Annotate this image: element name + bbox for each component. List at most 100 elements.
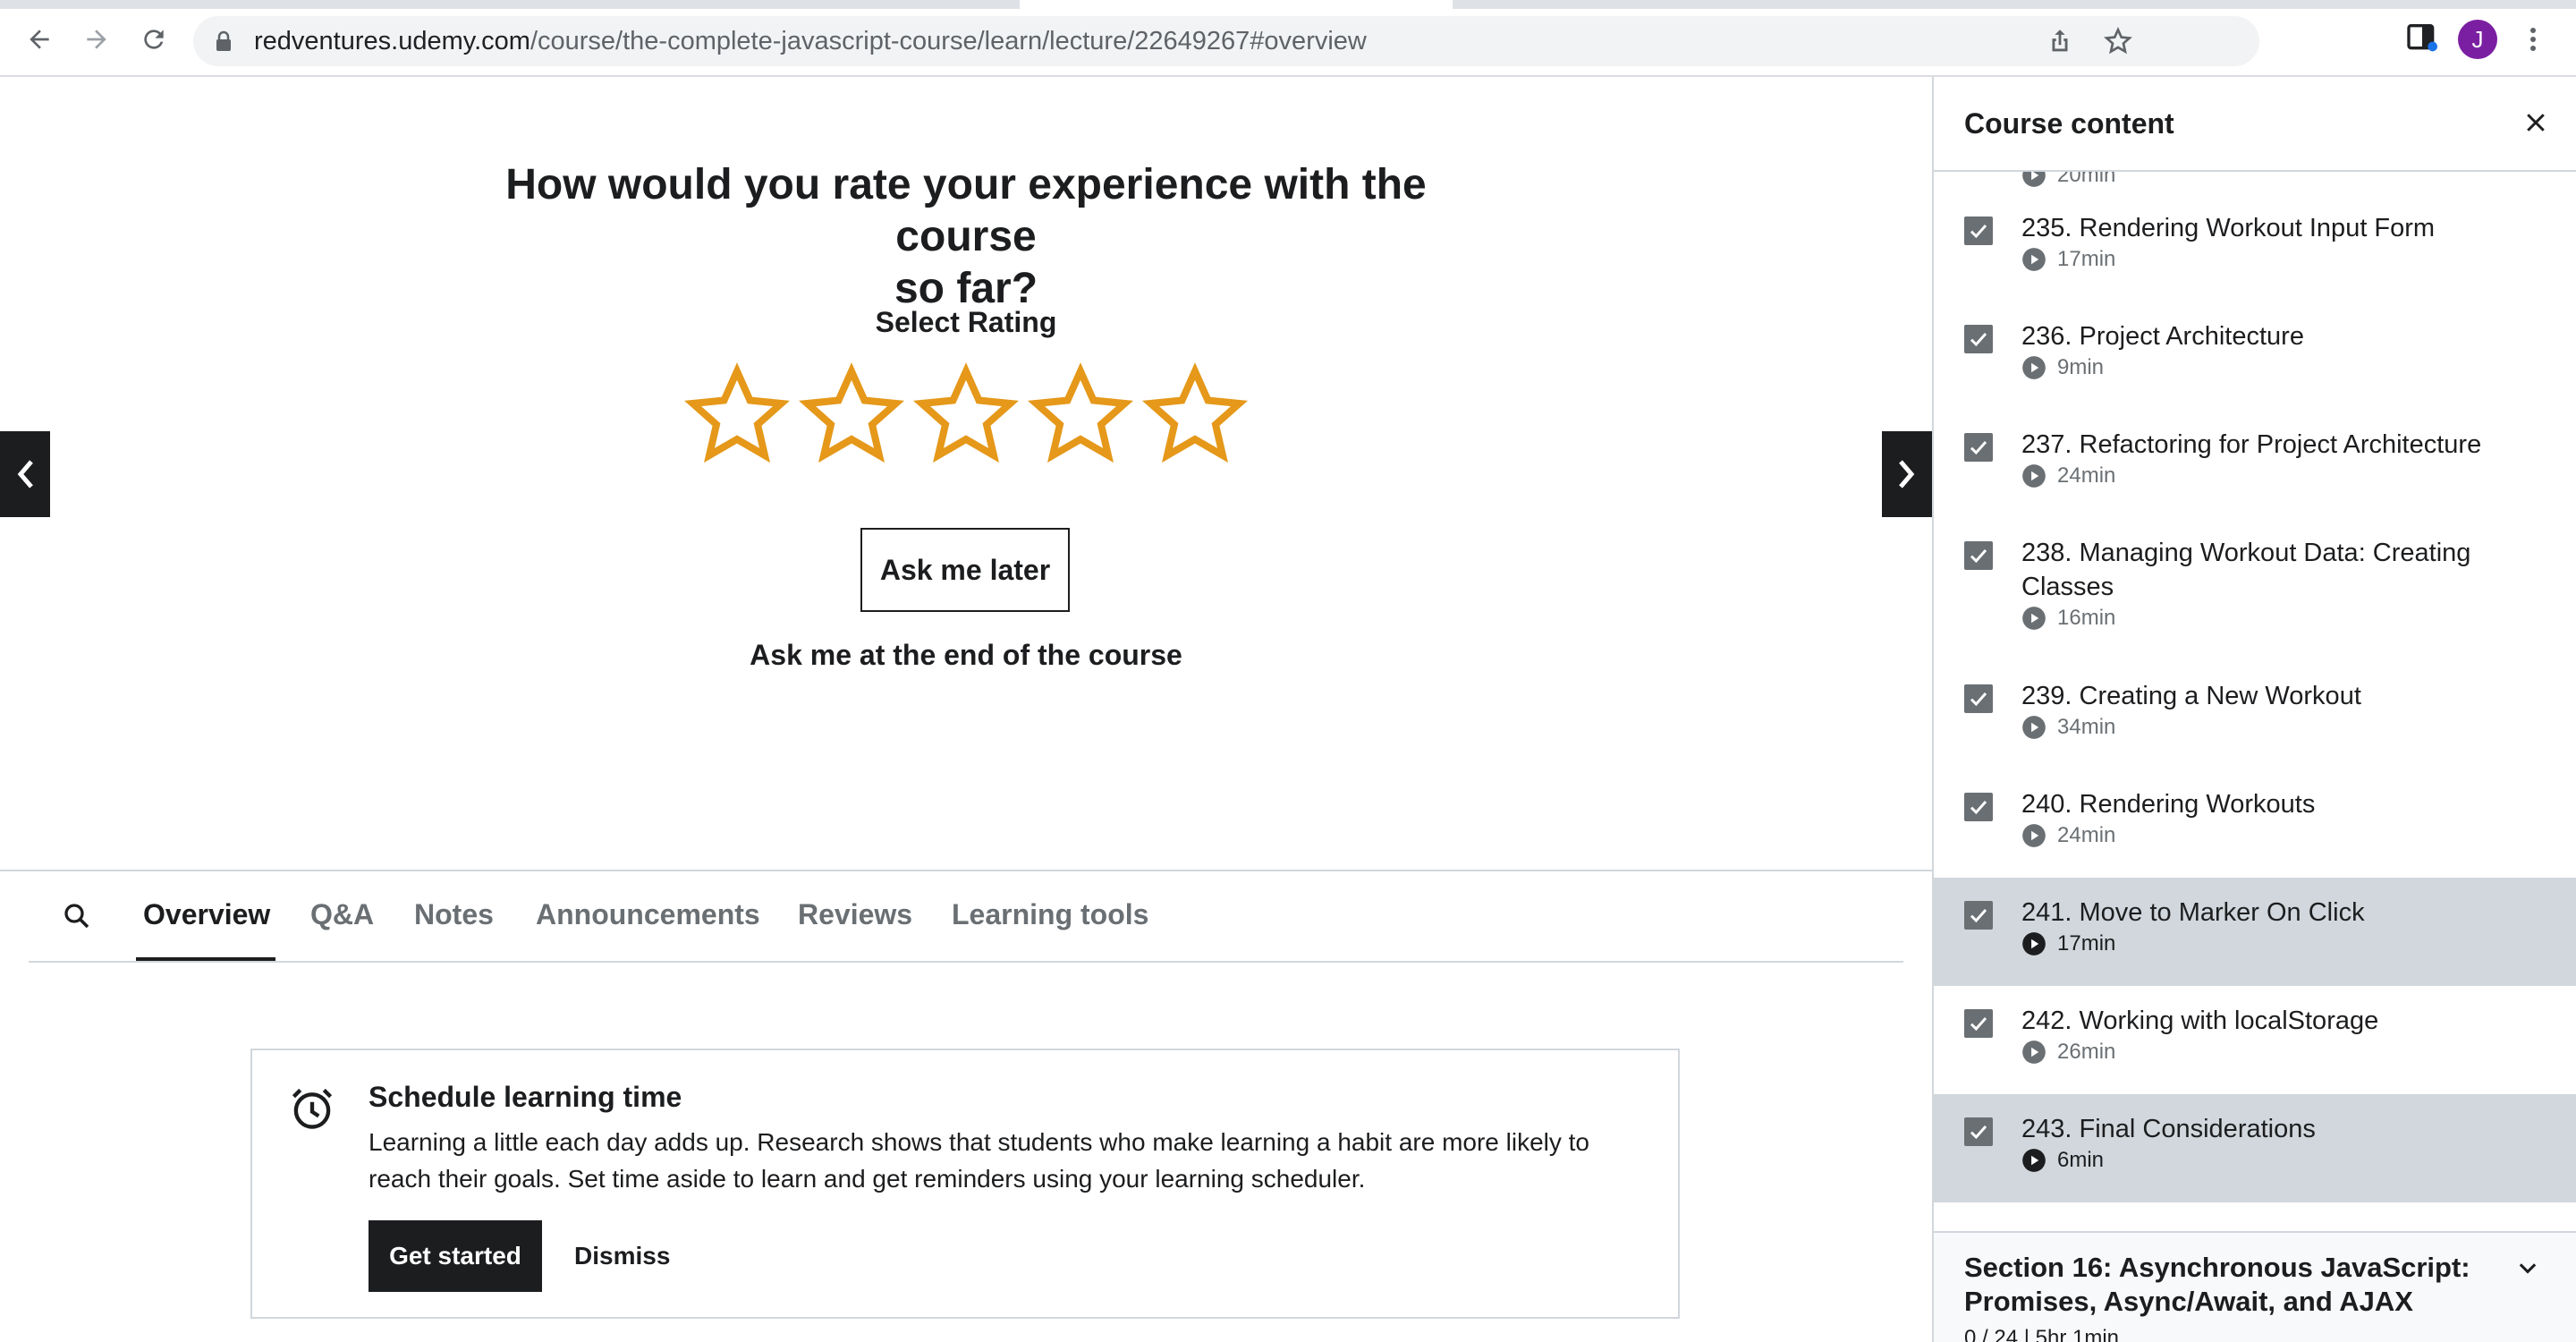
play-circle-icon (2022, 932, 2046, 956)
lecture-title: 237. Refactoring for Project Architectur… (2021, 430, 2482, 459)
lecture-checkbox[interactable] (1964, 684, 1993, 713)
arrow-left-icon (30, 30, 49, 49)
tab-strip-edge-right (1453, 0, 2576, 9)
section-header[interactable]: Section 16: Asynchronous JavaScript: Pro… (1934, 1231, 2576, 1342)
main-content: How would you rate your experience with … (0, 77, 1932, 1342)
lecture-duration: 16min (2057, 606, 2116, 630)
ask-later-button[interactable]: Ask me later (860, 528, 1070, 612)
rating-prompt-title: How would you rate your experience with … (429, 159, 1503, 315)
tab-announcements[interactable]: Announcements (536, 898, 760, 931)
reload-button[interactable] (132, 18, 175, 61)
star-outline-icon (799, 362, 904, 463)
lecture-checkbox[interactable] (1964, 901, 1993, 930)
lecture-item[interactable]: 243. Final Considerations 6min (1934, 1094, 2576, 1202)
lecture-meta: 16min (2021, 606, 2115, 631)
previous-lecture-button[interactable] (0, 431, 50, 517)
arrow-right-icon (87, 30, 106, 49)
more-menu-icon[interactable] (2524, 20, 2542, 64)
checkmark-icon (1970, 549, 1987, 564)
lecture-item[interactable]: 238. Managing Workout Data: Creating Cla… (1934, 518, 2576, 661)
dismiss-button[interactable]: Dismiss (565, 1220, 679, 1292)
tab-notes[interactable]: Notes (414, 898, 494, 931)
section-title: Section 16: Asynchronous JavaScript: Pro… (1964, 1252, 2470, 1317)
lecture-duration: 26min (2057, 1040, 2116, 1064)
lecture-meta: 17min (2021, 931, 2115, 956)
rating-title-line1: How would you rate your experience with … (505, 161, 1427, 260)
lecture-item[interactable]: 242. Working with localStorage 26min (1934, 986, 2576, 1094)
rating-star-3[interactable] (912, 361, 1020, 469)
play-circle-icon (2022, 356, 2046, 379)
lecture-duration: 24min (2057, 463, 2116, 488)
tab-learning-tools[interactable]: Learning tools (952, 898, 1148, 931)
star-outline-icon (1142, 362, 1248, 463)
url-path: /course/the-complete-javascript-course/l… (530, 27, 1367, 55)
rating-star-5[interactable] (1141, 361, 1249, 469)
lecture-tabs: Overview Q&A Notes Announcements Reviews… (29, 871, 1903, 963)
lock-icon (215, 30, 233, 56)
chevron-down-icon[interactable] (2515, 1256, 2540, 1286)
lecture-item[interactable]: 237. Refactoring for Project Architectur… (1934, 410, 2576, 518)
lecture-item[interactable]: 235. Rendering Workout Input Form 17min (1934, 193, 2576, 302)
checkmark-icon (1970, 801, 1987, 815)
close-icon[interactable] (2522, 109, 2549, 140)
rating-star-1[interactable] (683, 361, 791, 469)
lecture-title: 239. Creating a New Workout (2021, 682, 2361, 710)
chevron-left-icon (17, 460, 33, 488)
chevron-right-icon (1899, 460, 1915, 488)
lecture-duration: 9min (2057, 355, 2105, 379)
checkmark-icon (1970, 225, 1987, 239)
lecture-duration: 34min (2057, 715, 2116, 739)
schedule-title: Schedule learning time (369, 1081, 682, 1113)
extension-icon[interactable] (2404, 20, 2440, 60)
play-circle-icon (2022, 716, 2046, 739)
lecture-meta: 9min (2021, 355, 2104, 380)
lecture-meta: 6min (2021, 1148, 2104, 1173)
lecture-checkbox[interactable] (1964, 793, 1993, 821)
tab-overview[interactable]: Overview (143, 898, 270, 931)
lecture-item[interactable]: 239. Creating a New Workout 34min (1934, 661, 2576, 769)
rating-star-2[interactable] (798, 361, 905, 469)
lecture-meta: 26min (2021, 1040, 2115, 1065)
sidebar-header: Course content (1934, 77, 2576, 172)
search-icon[interactable] (61, 900, 93, 937)
checkmark-icon (1970, 909, 1987, 923)
star-outline-icon (684, 362, 790, 463)
back-button[interactable] (18, 18, 61, 61)
ask-end-of-course-link[interactable]: Ask me at the end of the course (698, 639, 1234, 672)
lecture-item[interactable]: 241. Move to Marker On Click 17min (1934, 878, 2576, 986)
profile-avatar[interactable]: J (2458, 20, 2497, 59)
lecture-checkbox[interactable] (1964, 1117, 1993, 1146)
checkmark-icon (1970, 692, 1987, 707)
checkmark-icon (1970, 441, 1987, 455)
star-rating (683, 361, 1249, 469)
play-circle-icon (2022, 248, 2046, 271)
lecture-item[interactable]: 236. Project Architecture 9min (1934, 302, 2576, 410)
get-started-button[interactable]: Get started (369, 1220, 542, 1292)
lecture-checkbox[interactable] (1964, 217, 1993, 245)
tab-qa[interactable]: Q&A (310, 898, 374, 931)
lecture-duration: 6min (2057, 1148, 2105, 1172)
schedule-description: Learning a little each day adds up. Rese… (369, 1128, 1589, 1193)
lecture-item[interactable]: 240. Rendering Workouts 24min (1934, 769, 2576, 878)
lecture-title: 242. Working with localStorage (2021, 1007, 2379, 1035)
bookmark-star-icon[interactable] (2102, 25, 2134, 62)
lecture-checkbox[interactable] (1964, 325, 1993, 353)
next-lecture-button[interactable] (1882, 431, 1932, 517)
rating-star-4[interactable] (1027, 361, 1134, 469)
play-circle-icon (2022, 824, 2046, 847)
forward-button[interactable] (75, 18, 118, 61)
checkmark-icon (1970, 1125, 1987, 1140)
select-rating-label: Select Rating (875, 306, 1057, 338)
star-outline-icon (1028, 362, 1133, 463)
address-bar[interactable]: redventures.udemy.com/course/the-complet… (193, 16, 2259, 66)
tab-strip-edge (0, 0, 1020, 9)
checkmark-icon (1970, 1017, 1987, 1032)
tab-reviews[interactable]: Reviews (798, 898, 912, 931)
lecture-checkbox[interactable] (1964, 433, 1993, 462)
play-circle-icon (2022, 607, 2046, 630)
lecture-checkbox[interactable] (1964, 541, 1993, 570)
lecture-checkbox[interactable] (1964, 1009, 1993, 1038)
play-circle-icon (2022, 1149, 2046, 1172)
lecture-meta: 24min (2021, 823, 2115, 848)
share-icon[interactable] (2045, 25, 2075, 62)
